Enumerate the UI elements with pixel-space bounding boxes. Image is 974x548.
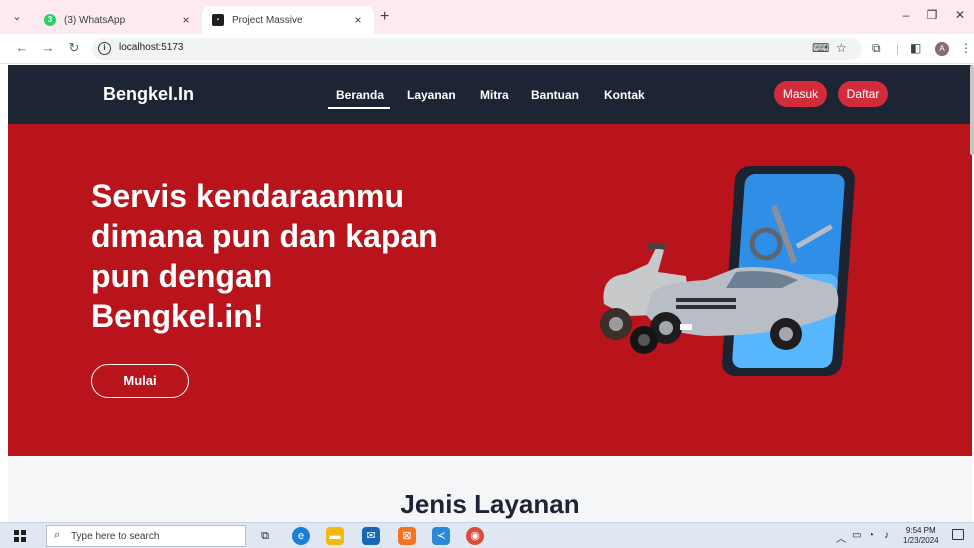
services-section: Jenis Layanan: [8, 456, 972, 522]
more-menu-icon[interactable]: ⋮: [960, 41, 972, 55]
chrome-icon[interactable]: ◉: [466, 527, 484, 545]
mail-icon[interactable]: ✉: [362, 527, 380, 545]
site-favicon-icon: ▪: [212, 14, 224, 26]
page-scrollbar[interactable]: [970, 65, 974, 155]
login-button[interactable]: Masuk: [774, 81, 827, 107]
side-panel-icon[interactable]: ◧: [910, 41, 921, 55]
tires-illustration: [630, 326, 658, 354]
translate-icon[interactable]: ⌨: [812, 41, 829, 55]
hero-title-line: Bengkel.in!: [91, 298, 264, 334]
site-logo[interactable]: Bengkel.In: [103, 84, 194, 105]
hero-section: Servis kendaraanmu dimana pun dan kapan …: [8, 124, 972, 456]
restore-icon[interactable]: ❐: [922, 8, 942, 22]
nav-link-kontak[interactable]: Kontak: [604, 88, 645, 102]
minimize-icon[interactable]: –: [896, 8, 916, 22]
url-text[interactable]: localhost:5173: [119, 42, 184, 53]
taskbar-clock[interactable]: 9:54 PM 1/23/2024: [903, 526, 939, 546]
nav-link-layanan[interactable]: Layanan: [407, 88, 456, 102]
clock-time: 9:54 PM: [905, 526, 936, 535]
browser-toolbar: ← → ↻ i localhost:5173 ⌨ ☆ ⧉ | ◧ A ⋮: [0, 34, 974, 64]
vscode-icon[interactable]: ≺: [432, 527, 450, 545]
extensions-icon[interactable]: ⧉: [872, 41, 881, 56]
avatar[interactable]: A: [935, 42, 949, 56]
hero-title-line: pun dengan: [91, 258, 273, 294]
register-button[interactable]: Daftar: [838, 81, 888, 107]
nav-link-beranda[interactable]: Beranda: [327, 88, 391, 109]
hero-title: Servis kendaraanmu dimana pun dan kapan …: [91, 176, 511, 336]
bookmark-star-icon[interactable]: ☆: [836, 41, 847, 55]
close-icon[interactable]: ×: [352, 13, 364, 27]
whatsapp-icon: 3: [44, 14, 56, 26]
tab-whatsapp[interactable]: 3 (3) WhatsApp ×: [34, 6, 202, 34]
xampp-icon[interactable]: ⊠: [398, 527, 416, 545]
windows-start-icon[interactable]: [14, 530, 26, 542]
site-info-icon[interactable]: i: [98, 42, 111, 55]
file-explorer-icon[interactable]: ▬: [326, 527, 344, 545]
hero-vehicles-illustration: [600, 166, 855, 376]
notification-icon[interactable]: [952, 529, 964, 540]
os-taskbar: ⌕ Type here to search ⧉ e ▬ ✉ ⊠ ≺ ◉ ︿ ▭ …: [0, 522, 974, 548]
battery-icon[interactable]: ▭: [852, 530, 861, 541]
address-bar[interactable]: i localhost:5173 ⌨ ☆: [92, 38, 862, 60]
tab-title: (3) WhatsApp: [64, 14, 126, 26]
nav-link-bantuan[interactable]: Bantuan: [531, 88, 579, 102]
tab-search-icon[interactable]: ⌄: [10, 10, 24, 24]
volume-icon[interactable]: ♪: [884, 530, 889, 541]
taskbar-search-input[interactable]: ⌕ Type here to search: [46, 525, 246, 547]
browser-tabstrip: ⌄ 3 (3) WhatsApp × ▪ Project Massive × +…: [0, 0, 974, 34]
hero-title-line: Servis kendaraanmu: [91, 178, 405, 214]
hero-title-line: dimana pun dan kapan: [91, 218, 438, 254]
task-view-icon[interactable]: ⧉: [256, 527, 274, 545]
search-placeholder: Type here to search: [71, 531, 160, 542]
back-icon[interactable]: ←: [14, 40, 30, 55]
tray-chevron-icon[interactable]: ︿: [836, 530, 846, 545]
wifi-icon[interactable]: ◔: [868, 530, 874, 541]
tab-project-massive[interactable]: ▪ Project Massive ×: [202, 6, 374, 34]
start-button[interactable]: Mulai: [91, 364, 189, 398]
section-title: Jenis Layanan: [400, 489, 580, 519]
forward-icon[interactable]: →: [40, 40, 56, 55]
edge-icon[interactable]: e: [292, 527, 310, 545]
window-close-icon[interactable]: ✕: [950, 8, 970, 22]
reload-icon[interactable]: ↻: [66, 40, 82, 56]
tab-title: Project Massive: [232, 14, 303, 26]
search-icon: ⌕: [54, 529, 61, 541]
new-tab-icon[interactable]: +: [380, 8, 389, 26]
close-icon[interactable]: ×: [180, 13, 192, 27]
toolbar-divider: |: [896, 41, 900, 55]
nav-link-mitra[interactable]: Mitra: [480, 88, 509, 102]
site-navbar: Bengkel.In Beranda Layanan Mitra Bantuan…: [8, 65, 972, 124]
clock-date: 1/23/2024: [903, 536, 939, 545]
